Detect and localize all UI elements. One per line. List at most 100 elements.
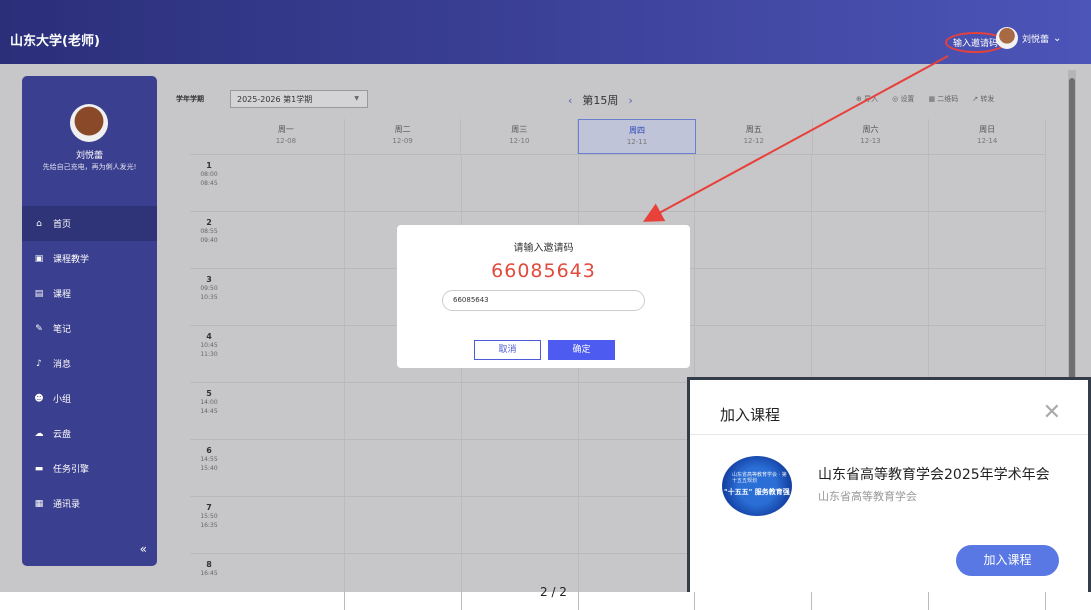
cloud-icon: ☁ [34,428,44,439]
schedule-cell[interactable] [345,440,462,496]
schedule-cell[interactable] [695,326,813,382]
schedule-cell[interactable] [929,326,1047,382]
schedule-cell[interactable] [228,554,345,610]
next-week-button[interactable]: › [628,94,632,107]
schedule-cell[interactable] [228,440,345,496]
schedule-cell[interactable] [462,440,579,496]
sidebar: 刘悦蕾 先给自己充电，再为俐人发光! ⌂ 首页 ▣ 课程教学 ▤ 课程 ✎ 笔记… [22,76,157,566]
sidebar-item-course-teaching[interactable]: ▣ 课程教学 [22,241,157,276]
settings-button[interactable]: ◎ 设置 [892,94,914,104]
invite-code-input[interactable]: 66085643 [442,290,645,311]
sidebar-item-tasks[interactable]: ▬ 任务引擎 [22,451,157,486]
sidebar-item-label: 笔记 [53,325,72,335]
profile-name: 刘悦蕾 [75,151,103,161]
sidebar-item-home[interactable]: ⌂ 首页 [22,206,157,241]
schedule-cell[interactable] [345,155,462,211]
qrcode-icon: ▦ [928,95,938,103]
schedule-cell[interactable] [345,497,462,553]
top-bar: 山东大学(老师) 输入邀请码 刘悦蕾 ⌄ [0,0,1091,64]
day-header-today: 周四 12-11 [578,119,696,154]
confirm-button[interactable]: 确定 [548,340,615,360]
schedule-cell[interactable] [228,212,345,268]
group-icon: ☻ [34,393,44,404]
avatar [996,27,1018,49]
period-label: 1 08:00 08:45 [200,161,218,187]
schedule-cell[interactable] [695,269,813,325]
table-row: 1 08:00 08:45 [190,154,1047,211]
user-menu[interactable]: 刘悦蕾 ⌄ [996,27,1061,49]
period-label: 8 16:45 [200,560,218,577]
day-header: 周三 12-10 [461,119,579,154]
schedule-cell[interactable] [929,155,1047,211]
period-label: 5 14:00 14:45 [200,389,218,415]
schedule-cell[interactable] [228,326,345,382]
task-icon: ▬ [34,463,44,474]
sidebar-item-cloud[interactable]: ☁ 云盘 [22,416,157,451]
schedule-cell[interactable] [812,269,930,325]
schedule-cell[interactable] [228,497,345,553]
join-course-button[interactable]: 加入课程 [956,545,1059,576]
sidebar-item-label: 任务引擎 [53,465,90,475]
term-value: 2025-2026 第1学期 [237,95,313,104]
schedule-cell[interactable] [579,383,696,439]
collapse-sidebar-button[interactable]: « [140,542,147,556]
profile-avatar[interactable] [70,104,108,142]
home-icon: ⌂ [36,218,42,229]
sidebar-item-label: 通讯录 [53,500,81,510]
term-select[interactable]: 2025-2026 第1学期 ▼ [230,90,368,108]
contacts-icon: ▦ [34,498,44,509]
prev-week-button[interactable]: ‹ [568,94,572,107]
schedule-cell[interactable] [812,326,930,382]
sidebar-item-course[interactable]: ▤ 课程 [22,276,157,311]
day-header: 周六 12-13 [813,119,930,154]
page-indicator: 2 / 2 [540,585,567,599]
chevron-down-icon: ⌄ [1053,32,1062,44]
toolbar: ⊕ 导入 ◎ 设置 ▦ 二维码 ↗ 转发 [856,94,994,104]
schedule-cell[interactable] [462,155,579,211]
schedule-cell[interactable] [579,155,696,211]
sidebar-item-label: 云盘 [53,430,72,440]
sidebar-item-label: 课程 [53,290,72,300]
schedule-cell[interactable] [929,269,1047,325]
course-teaching-icon: ▣ [34,253,44,264]
bell-icon: ♪ [36,358,42,369]
import-button[interactable]: ⊕ 导入 [856,94,878,104]
day-header: 周一 12-08 [228,119,345,154]
logo-main-text: "十五五" 服务教育强 [724,488,790,496]
schedule-cell[interactable] [462,554,579,610]
sidebar-item-contacts[interactable]: ▦ 通讯录 [22,486,157,521]
week-navigator: ‹ 第15周 › [568,92,633,108]
sidebar-item-messages[interactable]: ♪ 消息 [22,346,157,381]
sidebar-item-notes[interactable]: ✎ 笔记 [22,311,157,346]
import-icon: ⊕ [856,95,865,103]
sidebar-item-label: 消息 [53,360,72,370]
day-header: 周日 12-14 [929,119,1047,154]
join-course-card: 加入课程 ✕ 山东省高等教育学会 · 第十五五规划 "十五五" 服务教育强 山东… [687,377,1091,592]
schedule-cell[interactable] [579,440,696,496]
schedule-cell[interactable] [579,554,696,610]
schedule-cell[interactable] [345,383,462,439]
logo-small-text: 山东省高等教育学会 · 第十五五规划 [732,472,787,484]
schedule-cell[interactable] [695,212,813,268]
schedule-cell[interactable] [462,497,579,553]
cancel-button[interactable]: 取消 [474,340,541,360]
schedule-cell[interactable] [228,269,345,325]
share-button[interactable]: ↗ 转发 [972,94,994,104]
schedule-cell[interactable] [579,497,696,553]
course-name: 山东省高等教育学会2025年学术年会 [818,467,1050,483]
period-label: 2 08:55 09:40 [200,218,218,244]
schedule-cell[interactable] [812,155,930,211]
grid-corner [190,119,228,154]
divider [690,434,1088,435]
schedule-cell[interactable] [812,212,930,268]
sidebar-item-group[interactable]: ☻ 小组 [22,381,157,416]
schedule-cell[interactable] [345,554,462,610]
close-icon[interactable]: ✕ [1043,400,1061,425]
period-label: 4 10:45 11:30 [200,332,218,358]
schedule-cell[interactable] [228,383,345,439]
schedule-cell[interactable] [228,155,345,211]
qrcode-button[interactable]: ▦ 二维码 [928,94,958,104]
schedule-cell[interactable] [929,212,1047,268]
schedule-cell[interactable] [462,383,579,439]
schedule-cell[interactable] [695,155,813,211]
